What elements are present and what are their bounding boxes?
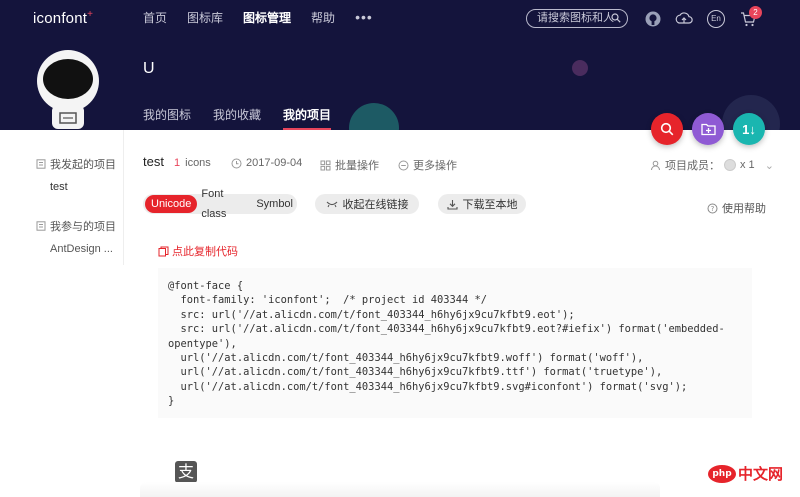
- search-icon[interactable]: [611, 13, 621, 23]
- collapse-icon: [326, 201, 337, 208]
- nav-icon-management[interactable]: 图标管理: [243, 10, 291, 26]
- usage-help-label: 使用帮助: [722, 203, 766, 215]
- logo-text: iconfont: [33, 10, 88, 27]
- project-members[interactable]: 项目成员： x 1 ⌄: [650, 157, 774, 173]
- collapse-online-link-label: 收起在线链接: [342, 199, 409, 211]
- avatar[interactable]: [36, 47, 100, 129]
- nav-icon-library[interactable]: 图标库: [187, 10, 223, 26]
- members-icon: [651, 160, 660, 170]
- add-folder-fab-button[interactable]: [692, 113, 724, 145]
- logo-mark: +: [87, 9, 94, 20]
- sort-icon: 1↓: [742, 121, 756, 137]
- sidebar-item-test[interactable]: test: [50, 181, 68, 193]
- decor-bubble: [349, 103, 399, 130]
- project-date: 2017-09-04: [231, 157, 302, 169]
- watermark-php: php: [708, 464, 736, 483]
- more-circle-icon: [398, 160, 409, 170]
- icon-count-unit: icons: [185, 157, 211, 169]
- tab-my-favorites[interactable]: 我的收藏: [213, 107, 261, 130]
- sidebar-group-joined: 我参与的项目: [36, 218, 116, 234]
- cart-badge: 2: [749, 6, 762, 19]
- batch-operation-label: 批量操作: [335, 160, 379, 172]
- font-face-code[interactable]: @font-face { font-family: 'iconfont'; /*…: [158, 268, 752, 418]
- add-folder-icon: [700, 123, 716, 136]
- collapse-online-link-button[interactable]: 收起在线链接: [315, 194, 419, 214]
- icon-count-number: 1: [174, 157, 181, 169]
- project-date-text: 2017-09-04: [246, 157, 303, 169]
- batch-operation-button[interactable]: 批量操作: [320, 157, 379, 173]
- document-icon: [36, 221, 46, 231]
- username: U: [143, 60, 155, 77]
- sidebar-item-antdesign[interactable]: AntDesign ...: [50, 243, 113, 255]
- clock-icon: [231, 158, 242, 168]
- language-icon[interactable]: En: [707, 10, 725, 28]
- logo[interactable]: iconfont+: [33, 9, 93, 27]
- copy-code-label: 点此复制代码: [172, 246, 238, 258]
- svg-text:?: ?: [711, 205, 715, 213]
- copy-code-link[interactable]: 点此复制代码: [158, 243, 238, 259]
- members-label: 项目成员：: [665, 160, 720, 172]
- project-title: test: [143, 154, 164, 169]
- help-icon: ?: [707, 203, 718, 213]
- more-operations-label: 更多操作: [413, 160, 457, 172]
- members-count: x 1: [740, 159, 755, 171]
- sidebar-group-created: 我发起的项目: [36, 156, 116, 172]
- code-format-tabs: Unicode Font class Symbol: [143, 188, 297, 220]
- nav-home[interactable]: 首页: [143, 10, 167, 26]
- download-local-label: 下载至本地: [462, 199, 518, 211]
- sub-nav: 我的图标 我的收藏 我的项目: [143, 107, 353, 130]
- more-operations-button[interactable]: 更多操作: [398, 157, 457, 173]
- github-icon[interactable]: [644, 10, 662, 28]
- copy-icon: [158, 246, 169, 256]
- search-input[interactable]: 请搜索图标和人: [526, 9, 628, 28]
- decor-bubble: [572, 60, 588, 76]
- document-icon: [36, 159, 46, 169]
- icon-count: 1 icons: [174, 157, 211, 169]
- usage-help-link[interactable]: ? 使用帮助: [707, 200, 766, 216]
- grid-icon: [320, 160, 331, 170]
- watermark-site: 中文网: [738, 465, 784, 483]
- watermark: php 中文网: [708, 463, 783, 484]
- tab-font-class[interactable]: Font class: [197, 184, 252, 224]
- download-local-button[interactable]: 下载至本地: [438, 194, 526, 214]
- nav-help[interactable]: 帮助: [311, 10, 335, 26]
- member-avatar: [724, 159, 736, 171]
- search-icon: [660, 122, 674, 136]
- tab-my-projects[interactable]: 我的项目: [283, 107, 332, 130]
- alipay-icon[interactable]: 支: [175, 461, 197, 483]
- tab-symbol[interactable]: Symbol: [252, 194, 297, 214]
- search-placeholder: 请搜索图标和人: [537, 12, 614, 24]
- nav-more[interactable]: •••: [355, 10, 373, 26]
- sidebar: 我发起的项目 test 我参与的项目 AntDesign ...: [0, 130, 124, 265]
- search-fab-button[interactable]: [651, 113, 683, 145]
- tab-my-icons[interactable]: 我的图标: [143, 107, 191, 130]
- sort-fab-button[interactable]: 1↓: [733, 113, 765, 145]
- header-banner: iconfont+ 首页 图标库 图标管理 帮助 ••• 请搜索图标和人 En …: [0, 0, 800, 130]
- top-nav: 首页 图标库 图标管理 帮助 •••: [143, 10, 373, 26]
- download-icon: [446, 199, 458, 210]
- footer-bar: [140, 482, 660, 497]
- sidebar-group-title: 我参与的项目: [50, 221, 116, 233]
- tab-unicode[interactable]: Unicode: [145, 195, 198, 213]
- upload-icon[interactable]: [675, 10, 693, 28]
- chevron-down-icon[interactable]: ⌄: [765, 159, 774, 172]
- sidebar-group-title: 我发起的项目: [50, 159, 116, 171]
